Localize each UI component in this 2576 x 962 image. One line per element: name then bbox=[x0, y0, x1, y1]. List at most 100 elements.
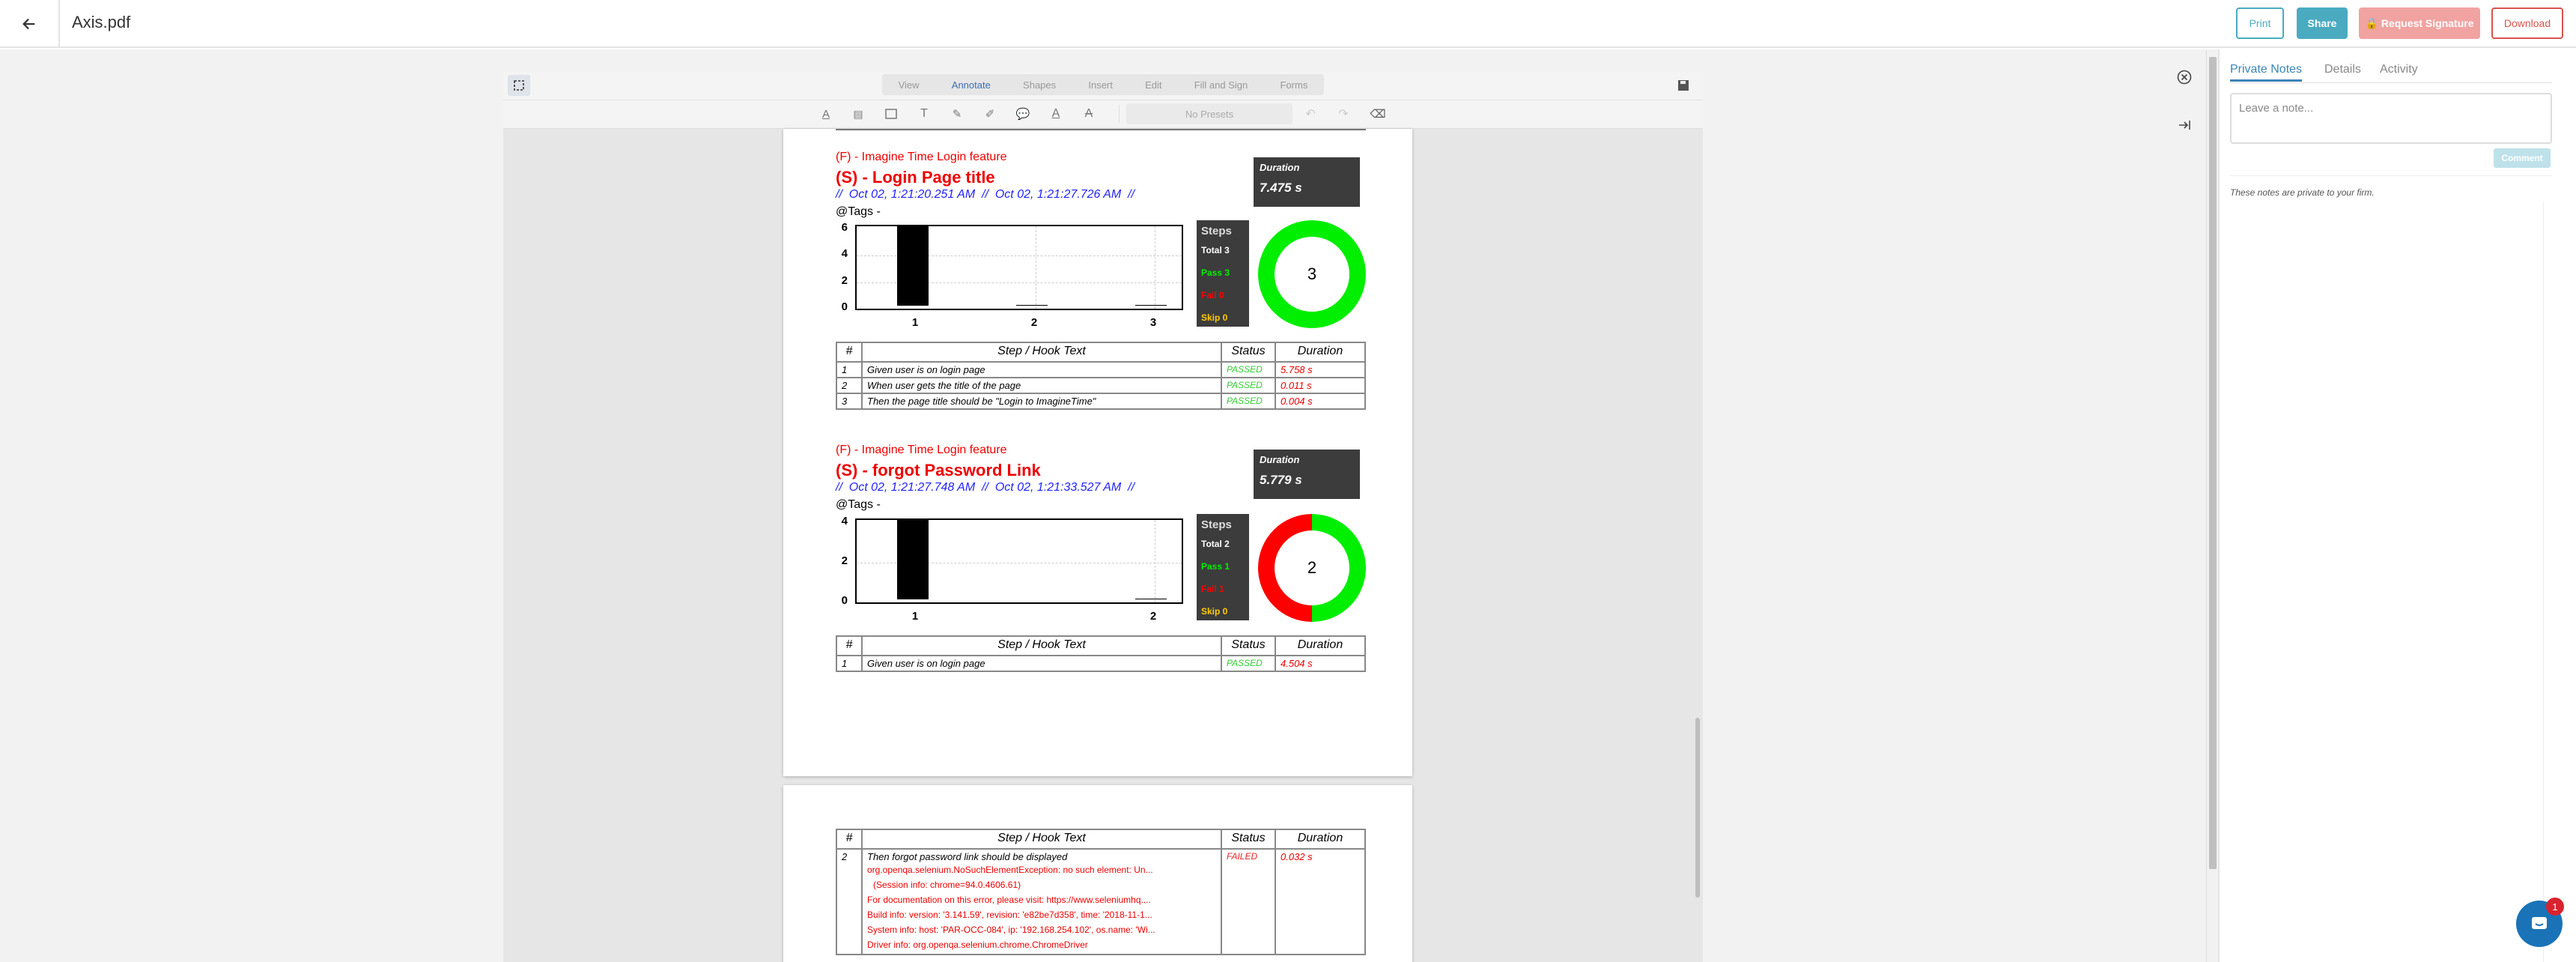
row-status: PASSED bbox=[1221, 377, 1276, 394]
col-number: # bbox=[836, 342, 863, 363]
tab-fill-and-sign[interactable]: Fill and Sign bbox=[1194, 79, 1248, 91]
undo-button[interactable]: ↶ bbox=[1301, 105, 1319, 123]
steps-skip: Skip 0 bbox=[1201, 312, 1228, 323]
row-number: 2 bbox=[836, 848, 863, 955]
page-top-rule bbox=[836, 129, 1366, 130]
close-editor-button[interactable] bbox=[2175, 67, 2194, 87]
chat-badge: 1 bbox=[2546, 898, 2564, 916]
strikethrough-icon: A bbox=[1084, 107, 1093, 120]
steps-table-1: # Step / Hook Text Status Duration 1 Give… bbox=[836, 342, 1366, 410]
table-header: # Step / Hook Text Status Duration bbox=[836, 829, 1366, 850]
row-status: PASSED bbox=[1221, 393, 1276, 410]
tab-view[interactable]: View bbox=[899, 79, 920, 91]
pen-tool[interactable]: ✐ bbox=[981, 105, 999, 123]
table-row: 1 Given user is on login page PASSED 5.758 … bbox=[836, 361, 1366, 378]
share-button[interactable]: Share bbox=[2297, 7, 2348, 39]
redo-button[interactable]: ↷ bbox=[1334, 105, 1352, 123]
table-row: 2 When user gets the title of the page PAS… bbox=[836, 377, 1366, 394]
presets-dropdown[interactable]: No Presets bbox=[1126, 103, 1292, 124]
row-text: Then the page title should be "Login to … bbox=[861, 393, 1222, 410]
status-donut-2: 2 bbox=[1258, 514, 1366, 622]
undo-icon: ↶ bbox=[1305, 108, 1316, 121]
tab-details[interactable]: Details bbox=[2324, 63, 2361, 76]
error-line: Driver info: org.openqa.selenium.chrome.… bbox=[867, 940, 1088, 950]
chart-bar bbox=[897, 520, 929, 599]
chat-icon bbox=[2532, 917, 2547, 929]
table-row: 3 Then the page title should be "Login to… bbox=[836, 393, 1366, 410]
row-step-text: Then forgot password link should be disp… bbox=[867, 851, 1068, 862]
chart-plot-area bbox=[855, 225, 1183, 310]
row-number: 1 bbox=[836, 655, 863, 672]
text-highlight-tool[interactable]: A bbox=[817, 105, 835, 123]
chart-plot-area bbox=[855, 518, 1183, 604]
rectangle-tool[interactable] bbox=[882, 105, 900, 123]
collapse-panel-button[interactable] bbox=[2175, 115, 2194, 135]
scrollbar-thumb[interactable] bbox=[2209, 57, 2217, 869]
note-input[interactable]: Leave a note... bbox=[2230, 93, 2552, 144]
row-status: PASSED bbox=[1221, 655, 1276, 672]
scenario-time-1: // Oct 02, 1:21:20.251 AM // Oct 02, 1:2… bbox=[836, 188, 1135, 201]
tab-annotate[interactable]: Annotate bbox=[952, 79, 991, 91]
tab-shapes[interactable]: Shapes bbox=[1023, 79, 1056, 91]
free-text-icon: ▤ bbox=[853, 107, 863, 120]
x-tick-label: 1 bbox=[911, 610, 919, 623]
feature-label-1: (F) - Imagine Time Login feature bbox=[836, 151, 1007, 163]
feature-label-2: (F) - Imagine Time Login feature bbox=[836, 444, 1007, 456]
col-status: Status bbox=[1221, 342, 1276, 363]
request-signature-button[interactable]: 🔒 Request Signature bbox=[2359, 7, 2480, 39]
error-line: org.openqa.selenium.NoSuchElementExcepti… bbox=[867, 865, 1153, 875]
highlighter-tool[interactable]: ✎ bbox=[948, 105, 966, 123]
back-button[interactable] bbox=[0, 0, 60, 48]
tab-insert[interactable]: Insert bbox=[1088, 79, 1113, 91]
steps-table-2: # Step / Hook Text Status Duration 1 Give… bbox=[836, 635, 1366, 672]
redo-icon: ↷ bbox=[1338, 108, 1349, 121]
select-tool-button[interactable] bbox=[508, 75, 530, 96]
tab-activity[interactable]: Activity bbox=[2380, 63, 2418, 76]
tab-edit[interactable]: Edit bbox=[1145, 79, 1161, 91]
duration-label: Duration bbox=[1260, 454, 1300, 465]
col-number: # bbox=[836, 635, 863, 656]
panel-scrollbar[interactable] bbox=[2543, 202, 2554, 962]
col-step-text: Step / Hook Text bbox=[861, 829, 1222, 850]
steps-skip: Skip 0 bbox=[1201, 606, 1228, 617]
y-tick-label: 6 bbox=[841, 221, 848, 234]
steps-total: Total 2 bbox=[1201, 539, 1230, 549]
col-duration: Duration bbox=[1275, 829, 1366, 850]
text-tool[interactable]: T bbox=[915, 105, 933, 123]
scenario-title-1: (S) - Login Page title bbox=[836, 168, 995, 187]
y-tick-label: 4 bbox=[841, 515, 848, 527]
row-status: FAILED bbox=[1221, 848, 1276, 955]
row-text: Then forgot password link should be disp… bbox=[861, 848, 1222, 955]
col-status: Status bbox=[1221, 829, 1276, 850]
steps-total: Total 3 bbox=[1201, 245, 1230, 255]
row-duration: 0.011 s bbox=[1275, 377, 1366, 394]
select-area-icon bbox=[514, 80, 524, 91]
tab-private-notes[interactable]: Private Notes bbox=[2230, 63, 2303, 82]
viewer-scrollbar[interactable] bbox=[2206, 49, 2218, 962]
download-button[interactable]: Download bbox=[2491, 7, 2563, 39]
comment-button[interactable]: Comment bbox=[2494, 148, 2551, 168]
col-step-text: Step / Hook Text bbox=[861, 635, 1222, 656]
rectangle-icon bbox=[885, 109, 897, 119]
table-row: 2 Then forgot password link should be di… bbox=[836, 848, 1366, 955]
free-text-tool[interactable]: ▤ bbox=[849, 105, 867, 123]
notes-panel bbox=[2220, 49, 2576, 962]
col-step-text: Step / Hook Text bbox=[861, 342, 1222, 363]
eraser-icon: ⌫ bbox=[1370, 108, 1386, 121]
print-button[interactable]: Print bbox=[2236, 7, 2284, 39]
page-scroll-thumb[interactable] bbox=[1695, 718, 1700, 898]
tab-forms[interactable]: Forms bbox=[1280, 79, 1307, 91]
table-row: 1 Given user is on login page PASSED 4.504 … bbox=[836, 655, 1366, 672]
row-text: Given user is on login page bbox=[861, 655, 1222, 672]
text-color-tool[interactable]: A bbox=[1047, 105, 1065, 123]
status-donut-1: 3 bbox=[1258, 220, 1366, 328]
lock-icon: 🔒 bbox=[2365, 16, 2381, 29]
save-button[interactable] bbox=[1673, 75, 1694, 96]
comment-tool[interactable]: 💬 bbox=[1014, 105, 1032, 123]
tab-underline bbox=[2230, 82, 2552, 83]
strikeout-tool[interactable]: A bbox=[1080, 105, 1098, 123]
duration-box-2: Duration 5.779 s bbox=[1254, 450, 1360, 499]
eraser-tool[interactable]: ⌫ bbox=[1369, 105, 1387, 123]
steps-table-3: # Step / Hook Text Status Duration 2 The… bbox=[836, 829, 1366, 955]
chart-bar bbox=[1135, 305, 1167, 306]
